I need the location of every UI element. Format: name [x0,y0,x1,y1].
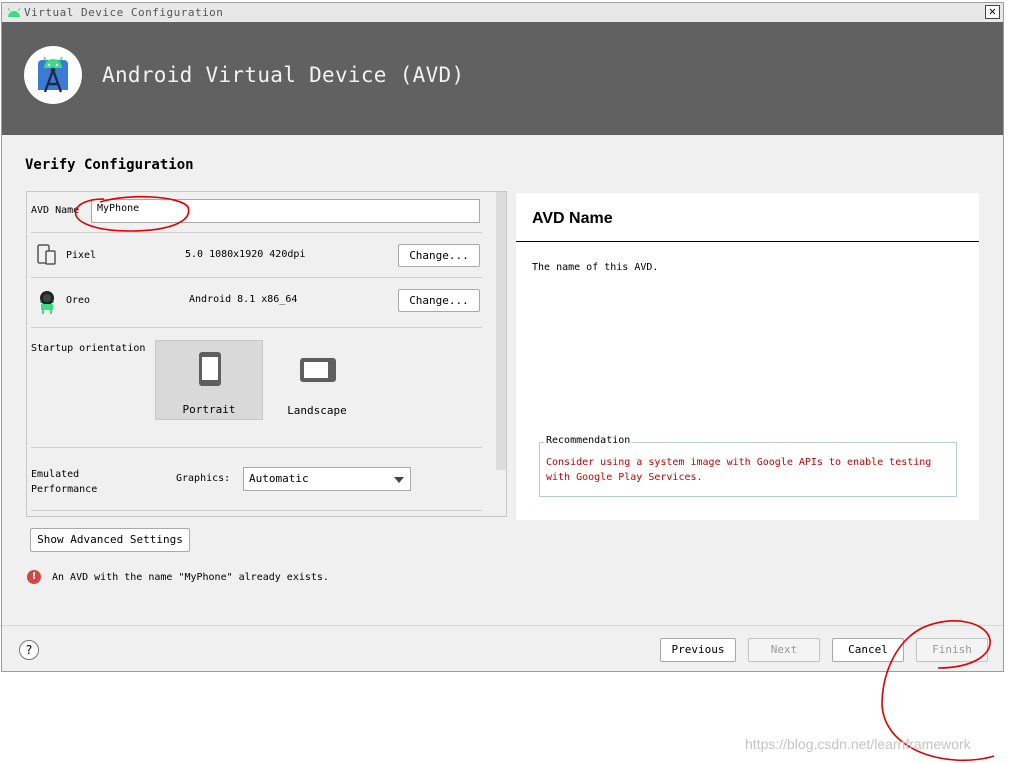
annotation-overlay [74,195,995,762]
watermark-text: https://blog.csdn.net/learnframework [745,736,971,752]
annotation-circle-name [74,195,190,232]
